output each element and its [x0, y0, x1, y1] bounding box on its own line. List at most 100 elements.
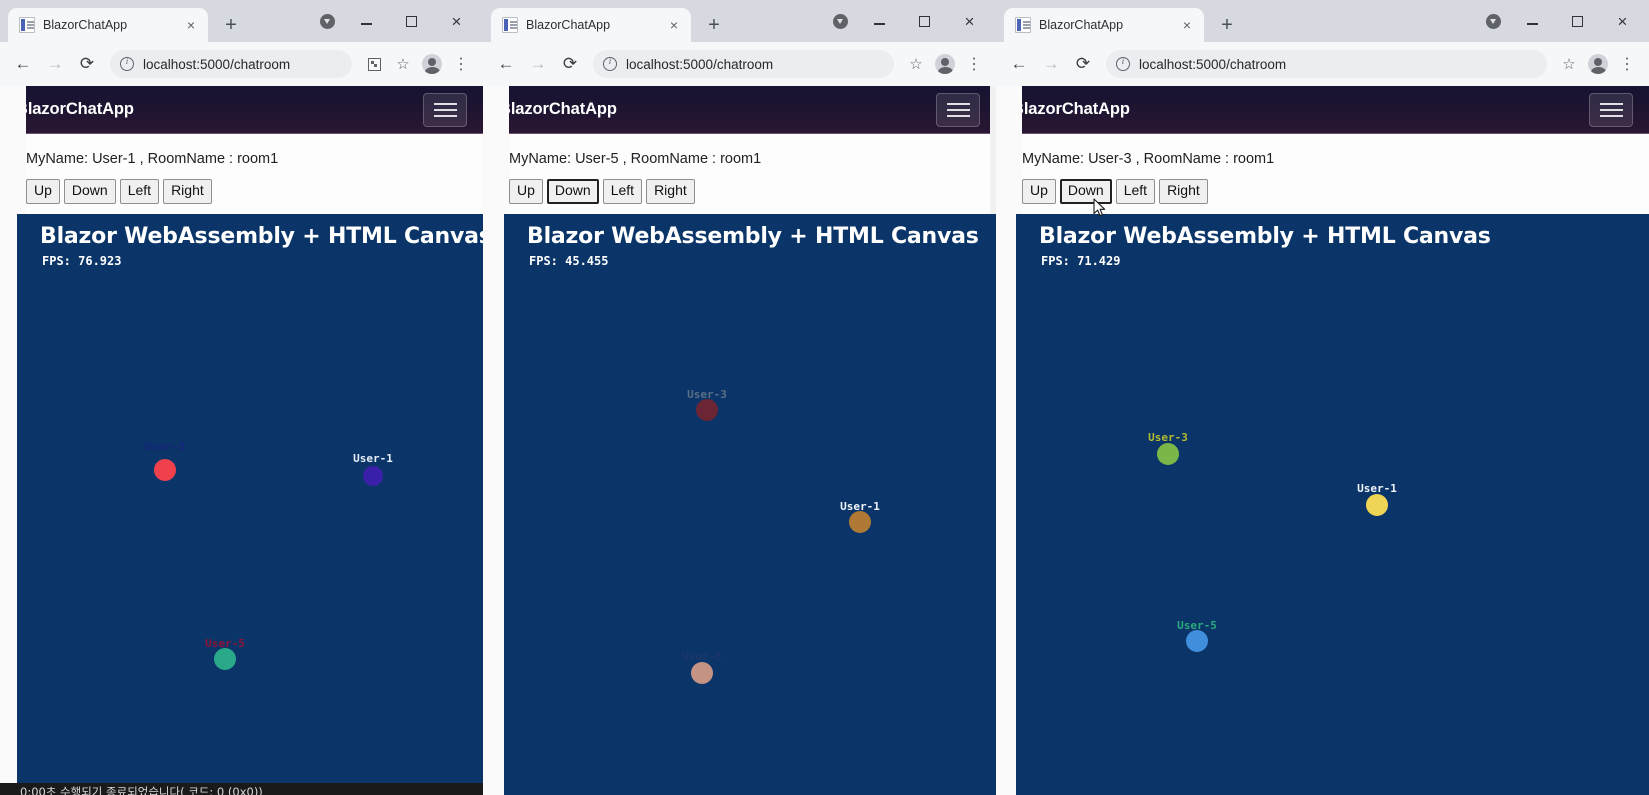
address-bar[interactable]: localhost:5000/chatroom [110, 50, 352, 78]
window-minimize-button[interactable] [1510, 0, 1555, 42]
player-dot[interactable] [696, 399, 718, 421]
forward-icon[interactable]: → [523, 49, 553, 79]
reload-icon[interactable]: ⟳ [1068, 49, 1098, 79]
my-name-room-line: MyName: User-1 , RoomName : room1 [26, 151, 279, 167]
player-dot[interactable] [691, 662, 713, 684]
tab-close-icon[interactable]: × [665, 16, 683, 34]
burger-line [946, 108, 970, 111]
forward-icon[interactable]: → [40, 49, 70, 79]
browser-menu-icon[interactable]: ⋮ [960, 50, 988, 78]
game-canvas[interactable]: Blazor WebAssembly + HTML Canvas FPS: 45.… [504, 214, 996, 795]
bookmark-star-icon[interactable]: ☆ [1555, 50, 1583, 78]
address-bar-url: localhost:5000/chatroom [1139, 56, 1287, 72]
browser-tab[interactable]: BlazorChatApp × [1004, 8, 1204, 42]
new-tab-button[interactable]: + [1212, 10, 1242, 40]
qr-code-icon[interactable] [360, 50, 388, 78]
tab-title: BlazorChatApp [43, 18, 128, 32]
site-info-icon[interactable] [603, 56, 617, 71]
new-tab-button[interactable]: + [699, 10, 729, 40]
direction-button-right[interactable]: Right [163, 179, 212, 204]
update-badge [832, 13, 848, 29]
tabstrip-right-controls: × [823, 0, 996, 42]
window-minimize-button[interactable] [857, 0, 902, 42]
direction-button-left[interactable]: Left [119, 179, 160, 204]
new-tab-button[interactable]: + [216, 10, 246, 40]
toolbar-right-icons: ☆ ⋮ [1555, 50, 1641, 78]
bookmark-star-icon[interactable]: ☆ [902, 50, 930, 78]
player-dot[interactable] [849, 511, 871, 533]
direction-button-down[interactable]: Down [63, 179, 116, 204]
player-label: User-1 [353, 452, 393, 465]
browser-tab[interactable]: BlazorChatApp × [491, 8, 691, 42]
site-info-icon[interactable] [120, 56, 134, 71]
tabstrip-right-controls: × [310, 0, 483, 42]
direction-button-right[interactable]: Right [1159, 179, 1208, 204]
back-icon[interactable]: ← [8, 49, 38, 79]
address-bar[interactable]: localhost:5000/chatroom [593, 50, 894, 78]
direction-button-left[interactable]: Left [1115, 179, 1156, 204]
reload-icon[interactable]: ⟳ [555, 49, 585, 79]
avatar [1588, 54, 1608, 74]
menu-toggle-button[interactable] [1589, 92, 1633, 127]
player-label: User-3 [145, 440, 185, 453]
player-dot[interactable] [214, 648, 236, 670]
window-minimize-button[interactable] [344, 0, 389, 42]
player-dot[interactable] [1186, 630, 1208, 652]
close-glyph: × [451, 11, 462, 31]
player-dot[interactable] [154, 459, 176, 481]
avatar [935, 54, 955, 74]
chrome-update-icon[interactable] [823, 0, 857, 42]
menu-toggle-button[interactable] [423, 92, 467, 127]
chrome-update-icon[interactable] [310, 0, 344, 42]
window-close-button[interactable]: × [947, 0, 992, 42]
tab-close-icon[interactable]: × [182, 16, 200, 34]
player-dot[interactable] [363, 466, 383, 486]
browser-menu-icon[interactable]: ⋮ [447, 50, 475, 78]
browser-tab[interactable]: BlazorChatApp × [8, 8, 208, 42]
profile-avatar-icon[interactable] [418, 50, 446, 78]
reload-icon[interactable]: ⟳ [72, 49, 102, 79]
update-badge [319, 13, 335, 29]
window-maximize-button[interactable] [389, 0, 434, 42]
profile-avatar-icon[interactable] [931, 50, 959, 78]
back-icon[interactable]: ← [491, 49, 521, 79]
direction-button-right[interactable]: Right [646, 179, 695, 204]
fps-counter: FPS: 76.923 [42, 254, 122, 268]
address-bar-url: localhost:5000/chatroom [143, 56, 291, 72]
site-info-icon[interactable] [1116, 56, 1130, 71]
direction-button-up[interactable]: Up [509, 179, 543, 204]
window-maximize-button[interactable] [902, 0, 947, 42]
direction-button-down[interactable]: Down [1059, 179, 1112, 204]
direction-button-bar: Up Down Left Right [483, 167, 996, 204]
menu-toggle-button[interactable] [936, 92, 980, 127]
direction-button-up[interactable]: Up [1022, 179, 1056, 204]
window-maximize-button[interactable] [1555, 0, 1600, 42]
min-glyph [1527, 23, 1538, 25]
game-canvas[interactable]: Blazor WebAssembly + HTML Canvas FPS: 76.… [17, 214, 483, 795]
favicon-icon [19, 17, 35, 33]
direction-button-left[interactable]: Left [602, 179, 643, 204]
direction-button-up[interactable]: Up [26, 179, 60, 204]
browser-menu-icon[interactable]: ⋮ [1613, 50, 1641, 78]
tab-close-icon[interactable]: × [1178, 16, 1196, 34]
burger-line [433, 108, 457, 111]
max-glyph [1572, 15, 1583, 27]
address-bar[interactable]: localhost:5000/chatroom [1106, 50, 1547, 78]
chrome-update-icon[interactable] [1476, 0, 1510, 42]
burger-line [946, 102, 970, 105]
bookmark-star-icon[interactable]: ☆ [389, 50, 417, 78]
window-close-button[interactable]: × [434, 0, 479, 42]
burger-line [946, 114, 970, 117]
back-icon[interactable]: ← [1004, 49, 1034, 79]
game-canvas[interactable]: Blazor WebAssembly + HTML Canvas FPS: 71.… [1016, 214, 1649, 795]
player-dot[interactable] [1157, 443, 1179, 465]
profile-avatar-icon[interactable] [1584, 50, 1612, 78]
window-close-button[interactable]: × [1600, 0, 1645, 42]
tab-strip: BlazorChatApp × + × [0, 0, 483, 42]
app-navbar: BlazorChatApp [0, 86, 483, 134]
player-dot[interactable] [1366, 494, 1388, 516]
direction-button-down[interactable]: Down [546, 179, 599, 204]
forward-icon[interactable]: → [1036, 49, 1066, 79]
player-label: User-1 [840, 500, 880, 513]
qr-glyph [367, 57, 381, 71]
